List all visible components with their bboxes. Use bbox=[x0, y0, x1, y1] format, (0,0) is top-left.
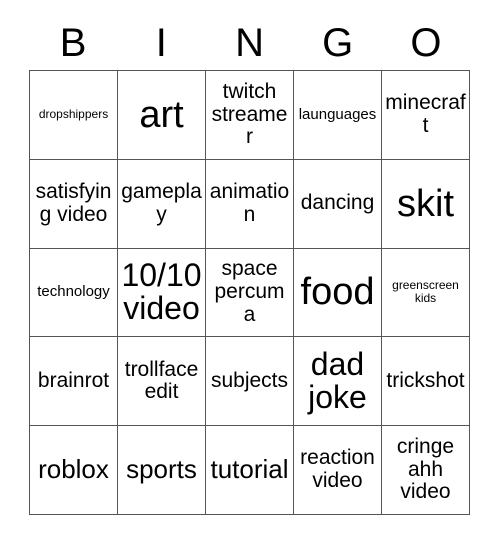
bingo-cell-r2c2[interactable]: gameplay bbox=[118, 159, 206, 249]
bingo-cell-label: skit bbox=[397, 182, 454, 225]
bingo-cell-r5c2[interactable]: sports bbox=[118, 426, 206, 515]
bingo-cell-r5c3[interactable]: tutorial bbox=[206, 426, 294, 515]
bingo-cell-label: gameplay bbox=[121, 180, 202, 226]
bingo-cell-label: reaction video bbox=[300, 446, 375, 493]
bingo-cell-r2c1[interactable]: satisfying video bbox=[30, 159, 118, 249]
bingo-cell-r3c2[interactable]: 10/10 video bbox=[118, 248, 206, 338]
bingo-cell-label: art bbox=[139, 93, 184, 136]
bingo-cell-label: animation bbox=[209, 180, 290, 226]
bingo-cell-r5c1[interactable]: roblox bbox=[30, 426, 118, 515]
bingo-cell-label: sports bbox=[126, 454, 197, 485]
bingo-cell-label: cringe ahh video bbox=[396, 435, 455, 504]
bingo-cell-r3c5[interactable]: greenscreen kids bbox=[382, 248, 470, 338]
bingo-cell-label: subjects bbox=[210, 368, 289, 392]
bingo-cell-label: dropshippers bbox=[38, 107, 109, 121]
bingo-cell-r5c4[interactable]: reaction video bbox=[294, 426, 382, 515]
bingo-cell-label: twitch streamer bbox=[211, 79, 288, 149]
bingo-cell-label: tutorial bbox=[210, 454, 289, 485]
bingo-cell-label: trickshot bbox=[386, 368, 465, 392]
bingo-cell-label: satisfying video bbox=[35, 180, 112, 226]
bingo-cell-r1c1[interactable]: dropshippers bbox=[30, 71, 118, 160]
bingo-cell-label: greenscreen kids bbox=[392, 277, 459, 306]
bingo-cell-label: launguages bbox=[298, 105, 377, 123]
bingo-cell-r1c3[interactable]: twitch streamer bbox=[206, 71, 294, 160]
bingo-header-letter-g: G bbox=[322, 21, 354, 65]
bingo-cell-r4c2[interactable]: trollface edit bbox=[118, 337, 206, 427]
bingo-cell-r3c4[interactable]: food bbox=[294, 248, 382, 338]
bingo-cell-label: food bbox=[300, 271, 375, 314]
bingo-cell-r5c5[interactable]: cringe ahh video bbox=[382, 426, 470, 515]
bingo-cell-label: dancing bbox=[300, 191, 375, 215]
bingo-cell-r4c5[interactable]: trickshot bbox=[382, 337, 470, 427]
bingo-cell-r2c3[interactable]: animation bbox=[206, 159, 294, 249]
bingo-header-letter-o: O bbox=[410, 21, 442, 65]
bingo-cell-r4c4[interactable]: dad joke bbox=[294, 337, 382, 427]
bingo-header-letter-n: N bbox=[235, 21, 264, 65]
bingo-header-letter-b: B bbox=[59, 21, 87, 65]
bingo-cell-label: dad joke bbox=[308, 346, 367, 416]
bingo-header-row: BINGO bbox=[29, 16, 470, 70]
bingo-grid: dropshippers art twitch streamer launguages… bbox=[29, 70, 470, 515]
bingo-cell-r4c1[interactable]: brainrot bbox=[30, 337, 118, 427]
bingo-cell-label: minecraft bbox=[385, 91, 466, 137]
bingo-cell-r1c4[interactable]: launguages bbox=[294, 71, 382, 160]
bingo-cell-label: 10/10 video bbox=[121, 257, 202, 327]
bingo-cell-r3c1[interactable]: technology bbox=[30, 248, 118, 338]
bingo-cell-label: trollface edit bbox=[124, 357, 199, 404]
bingo-cell-label: technology bbox=[37, 283, 110, 301]
bingo-cell-r4c3[interactable]: subjects bbox=[206, 337, 294, 427]
bingo-header-letter-i: I bbox=[155, 21, 167, 65]
bingo-cell-r3c3[interactable]: space percuma bbox=[206, 248, 294, 338]
bingo-cell-r1c5[interactable]: minecraft bbox=[382, 71, 470, 160]
bingo-cell-label: roblox bbox=[38, 454, 109, 485]
bingo-cell-r2c5[interactable]: skit bbox=[382, 159, 470, 249]
bingo-cell-r2c4[interactable]: dancing bbox=[294, 159, 382, 249]
bingo-cell-label: space percuma bbox=[214, 257, 285, 326]
bingo-card: B I N G O dropshippers art twitch streamer laun… bbox=[0, 0, 500, 544]
bingo-cell-r1c2[interactable]: art bbox=[118, 71, 206, 160]
bingo-cell-label: brainrot bbox=[37, 368, 110, 392]
